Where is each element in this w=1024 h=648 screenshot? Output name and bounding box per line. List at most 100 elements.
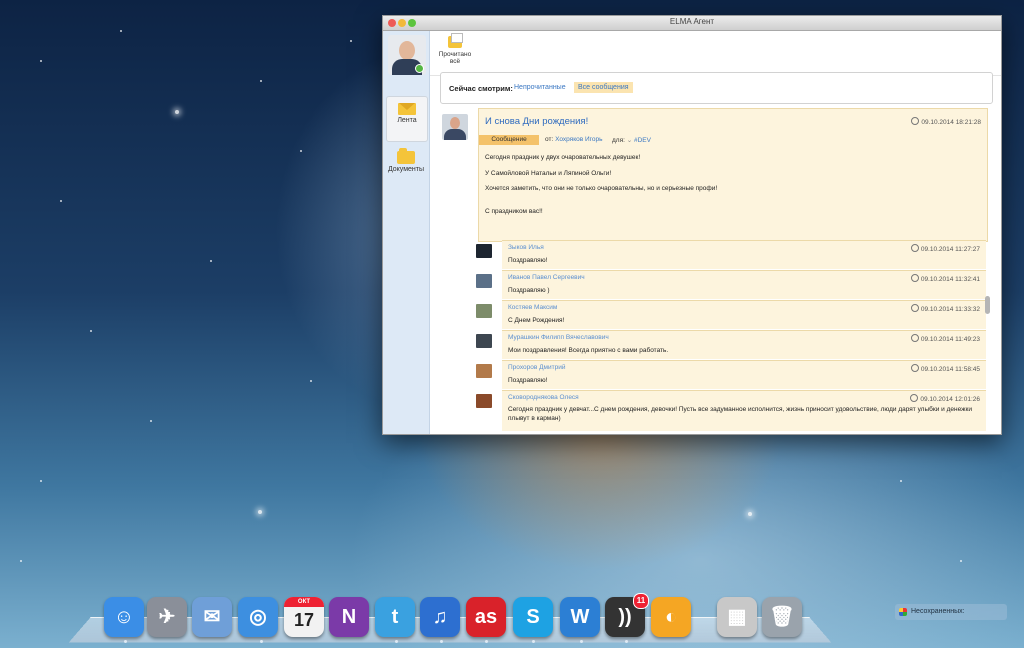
window-title: ELMA Агент: [669, 17, 715, 26]
clock-icon: [910, 274, 919, 282]
launchpad-icon[interactable]: ✈: [147, 597, 187, 637]
elma-agent-window: ELMA Агент Лента Документы Прочитано всё…: [382, 15, 1002, 435]
commenter-avatar[interactable]: [476, 364, 492, 378]
unsaved-notification[interactable]: Несохраненных:: [895, 604, 1007, 620]
comment-timestamp: 09.10.2014 12:01:26: [910, 394, 980, 403]
twitter-icon[interactable]: t: [375, 597, 415, 637]
finder-icon[interactable]: ☺: [104, 597, 144, 637]
app-colorful-icon: [899, 608, 907, 616]
envelope-icon: [398, 103, 416, 115]
running-indicator: [485, 640, 488, 643]
comment: Зыков Илья 09.10.2014 11:27:27 Поздравля…: [476, 240, 986, 269]
sidebar-item-feed[interactable]: Лента: [386, 96, 428, 142]
comment-text: Поздравляю!: [508, 377, 548, 384]
onenote-icon[interactable]: N: [329, 597, 369, 637]
comment: Иванов Павел Сергеевич 09.10.2014 11:32:…: [476, 270, 986, 299]
filter-all-messages[interactable]: Все сообщения: [574, 82, 633, 93]
app-colorful-icon[interactable]: ◐: [651, 597, 691, 637]
running-indicator: [580, 640, 583, 643]
clock-icon: [911, 117, 920, 125]
chevron-down-icon[interactable]: ⌄: [627, 137, 632, 144]
filter-bar: Сейчас смотрим: Непрочитанные Все сообще…: [440, 72, 993, 104]
comment: Прохоров Дмитрий 09.10.2014 11:58:45 Поз…: [476, 360, 986, 389]
skype-icon[interactable]: S: [513, 597, 553, 637]
comment-timestamp: 09.10.2014 11:49:23: [910, 334, 980, 343]
commenter-name[interactable]: Костяев Максим: [508, 304, 557, 311]
window-titlebar[interactable]: ELMA Агент: [383, 16, 1001, 31]
post-audience-link[interactable]: #DEV: [634, 137, 651, 144]
sidebar: Лента Документы: [383, 31, 430, 434]
commenter-name[interactable]: Зыков Илья: [508, 244, 544, 251]
comment-text: Поздравляю!: [508, 257, 548, 264]
sidebar-item-documents[interactable]: Документы: [386, 145, 426, 189]
user-avatar[interactable]: [388, 35, 426, 75]
lastfm-icon[interactable]: as: [466, 597, 506, 637]
comment-text: Мои поздравления! Всегда приятно с вами …: [508, 347, 669, 354]
running-indicator: [260, 640, 263, 643]
post-title[interactable]: И снова Дни рождения!: [485, 116, 588, 127]
clock-icon: [910, 364, 919, 372]
post-author-link[interactable]: Хохряков Игорь: [555, 136, 602, 143]
comment-timestamp: 09.10.2014 11:58:45: [910, 364, 980, 373]
calendar-icon[interactable]: ОКТ 17: [284, 597, 324, 637]
post-line: У Самойловой Натальи и Ляпиной Ольги!: [485, 170, 612, 177]
post-author-avatar[interactable]: [442, 114, 468, 140]
feed-scrollbar[interactable]: [985, 296, 990, 314]
commenter-avatar[interactable]: [476, 274, 492, 288]
commenter-name[interactable]: Мурашкин Филипп Вячеславович: [508, 334, 609, 341]
comment-timestamp: 09.10.2014 11:32:41: [910, 274, 980, 283]
running-indicator: [532, 640, 535, 643]
post-timestamp: 09.10.2014 18:21:28: [911, 117, 981, 126]
mark-read-icon: [448, 33, 463, 48]
post-line: Хочется заметить, что они не только очар…: [485, 185, 718, 192]
commenter-avatar[interactable]: [476, 334, 492, 348]
preview-icon[interactable]: ▦: [717, 597, 757, 637]
toolbar: Прочитано всё: [430, 31, 1001, 76]
running-indicator: [124, 640, 127, 643]
online-status-icon: [415, 64, 424, 73]
clock-icon: [910, 334, 919, 342]
filter-label: Сейчас смотрим:: [449, 84, 513, 93]
post-type-tag: Сообщение: [479, 135, 539, 145]
commenter-avatar[interactable]: [476, 394, 492, 408]
running-indicator: [440, 640, 443, 643]
filter-unread[interactable]: Непрочитанные: [514, 84, 566, 91]
comment-text: Поздравляю ): [508, 287, 550, 294]
commenter-avatar[interactable]: [476, 304, 492, 318]
post-line: Сегодня праздник у двух очаровательных д…: [485, 154, 641, 161]
safari-icon[interactable]: ◎: [238, 597, 278, 637]
sidebar-item-label: Документы: [387, 166, 425, 173]
mail-icon[interactable]: ✉: [192, 597, 232, 637]
comment-text: С Днем Рождения!: [508, 317, 565, 324]
feed: И снова Дни рождения! 09.10.2014 18:21:2…: [440, 108, 991, 432]
sidebar-item-label: Лента: [397, 117, 417, 124]
wunderlist-icon[interactable]: W: [560, 597, 600, 637]
comment: Мурашкин Филипп Вячеславович 09.10.2014 …: [476, 330, 986, 359]
read-all-button[interactable]: Прочитано всё: [433, 33, 477, 65]
trash-icon[interactable]: 🗑: [762, 597, 802, 637]
calendar-month-label: ОКТ: [284, 597, 324, 607]
comment-timestamp: 09.10.2014 11:33:32: [910, 304, 980, 313]
comment-text: Сегодня праздник у девчат...С днем рожде…: [508, 406, 972, 422]
comment: Костяев Максим 09.10.2014 11:33:32 С Дне…: [476, 300, 986, 329]
commenter-name[interactable]: Сковороднякова Олеся: [508, 394, 579, 401]
commenter-name[interactable]: Прохоров Дмитрий: [508, 364, 565, 371]
folder-icon: [397, 148, 415, 164]
clock-icon: [910, 394, 919, 402]
rss-reader-icon[interactable]: )) 11: [605, 593, 649, 637]
notification-badge: 11: [633, 593, 649, 609]
commenter-name[interactable]: Иванов Павел Сергеевич: [508, 274, 585, 281]
post-from: от: Хохряков Игорь: [545, 136, 603, 143]
running-indicator: [625, 640, 628, 643]
comment-timestamp: 09.10.2014 11:27:27: [910, 244, 980, 253]
unsaved-label: Несохраненных:: [911, 608, 965, 615]
itunes-icon[interactable]: ♫: [420, 597, 460, 637]
running-indicator: [395, 640, 398, 643]
clock-icon: [910, 304, 919, 312]
comment: Сковороднякова Олеся 09.10.2014 12:01:26…: [476, 390, 986, 431]
post-card: И снова Дни рождения! 09.10.2014 18:21:2…: [478, 108, 988, 242]
post-for: для: ⌄ #DEV: [612, 137, 651, 144]
commenter-avatar[interactable]: [476, 244, 492, 258]
post-line: С праздником вас!!: [485, 208, 543, 215]
read-all-label: Прочитано всё: [438, 51, 472, 65]
